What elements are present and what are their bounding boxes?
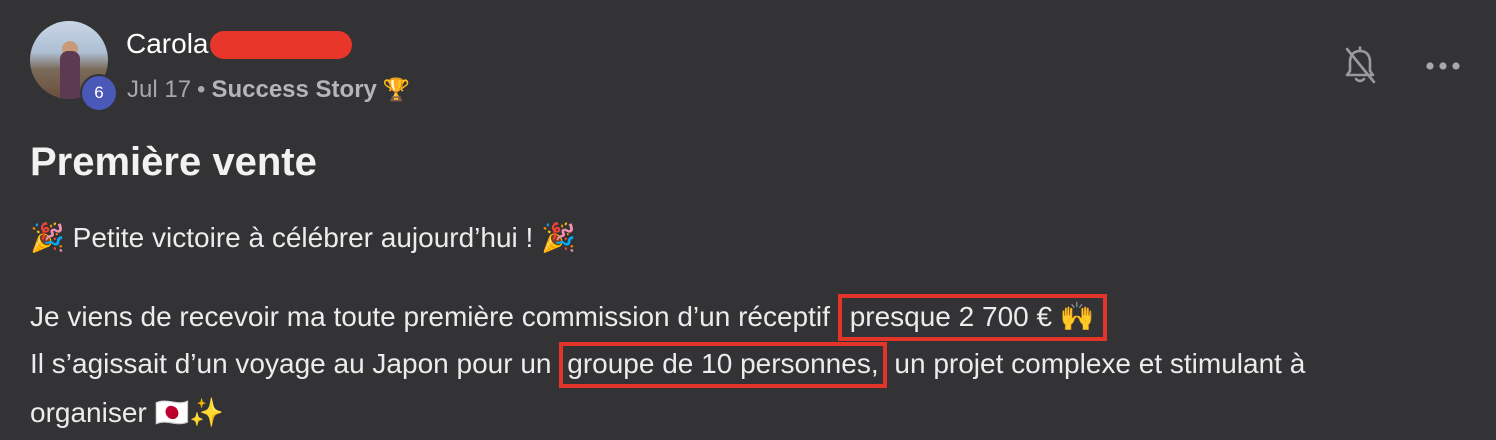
post-body-line-3: Il s’agissait d’un voyage au Japon pour … bbox=[30, 342, 1306, 388]
post-options-button[interactable] bbox=[1420, 50, 1466, 82]
highlighted-group-size: groupe de 10 personnes, bbox=[559, 342, 887, 388]
highlighted-amount: presque 2 700 € 🙌 bbox=[837, 294, 1107, 341]
line2-text: Je viens de recevoir ma toute première c… bbox=[30, 301, 838, 332]
post-body-line-2: Je viens de recevoir ma toute première c… bbox=[30, 294, 1107, 341]
author-row: Carola bbox=[126, 28, 353, 60]
line3-text-after: un projet complexe et stimulant à bbox=[886, 348, 1306, 379]
post-body-line-4: organiser 🇯🇵✨ bbox=[30, 397, 225, 428]
post-category[interactable]: Success Story bbox=[211, 76, 376, 104]
line3-text: Il s’agissait d’un voyage au Japon pour … bbox=[30, 348, 560, 379]
meta-separator: • bbox=[197, 76, 206, 103]
bell-off-icon bbox=[1345, 46, 1376, 84]
post-body-line-1: 🎉 Petite victoire à célébrer aujourd’hui… bbox=[30, 222, 576, 253]
level-badge: 6 bbox=[80, 74, 118, 112]
trophy-icon: 🏆 bbox=[382, 77, 411, 102]
author-name[interactable]: Carola bbox=[126, 28, 208, 60]
notification-toggle-button[interactable] bbox=[1340, 44, 1380, 88]
post-meta: Jul 17 • Success Story 🏆 bbox=[127, 76, 410, 104]
author-avatar-group[interactable]: 6 bbox=[30, 21, 118, 112]
more-horizontal-icon bbox=[1426, 62, 1460, 70]
post-date[interactable]: Jul 17 bbox=[127, 76, 191, 104]
post-title: Première vente bbox=[30, 140, 317, 184]
avatar-photo-figure bbox=[60, 51, 80, 99]
redaction-mark bbox=[210, 31, 353, 59]
